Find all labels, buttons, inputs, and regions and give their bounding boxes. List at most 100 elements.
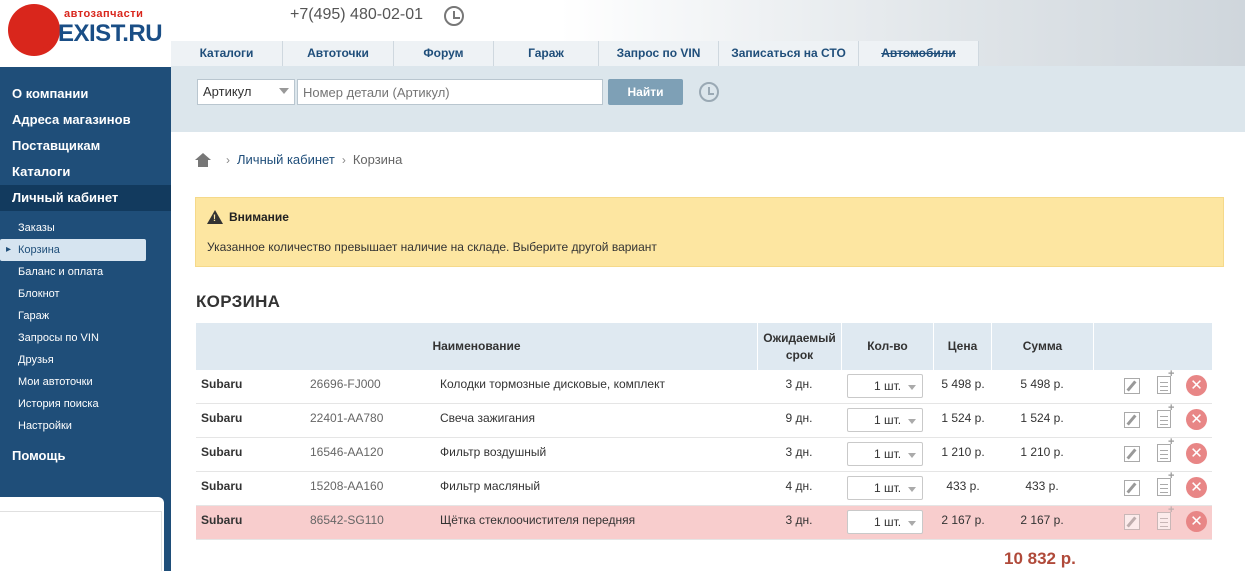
table-row-error: Subaru 86542-SG110 Щётка стеклоочистител… [196, 504, 1212, 540]
row-price: 5 498 р. [941, 377, 985, 391]
edit-icon[interactable] [1124, 514, 1140, 530]
clock-icon[interactable] [444, 6, 464, 26]
logo[interactable]: автозапчасти EXIST.RU [6, 2, 166, 64]
top-navigation: Каталоги Автоточки Форум Гараж Запрос по… [171, 41, 979, 66]
row-article[interactable]: 16546-AA120 [310, 438, 383, 472]
delete-icon[interactable]: ✕ [1186, 443, 1207, 464]
logo-gear-icon [8, 4, 60, 56]
edit-icon[interactable] [1124, 412, 1140, 428]
quantity-select[interactable]: 1 шт. [847, 408, 923, 432]
row-sum: 1 210 р. [1020, 445, 1064, 459]
delete-icon[interactable]: ✕ [1186, 409, 1207, 430]
add-to-notebook-icon[interactable] [1157, 368, 1174, 394]
sidebar-sub-settings[interactable]: Настройки [0, 415, 171, 437]
warning-alert: Внимание Указанное количество превышает … [195, 197, 1224, 267]
sidebar-sub-my-autopoints[interactable]: Мои автоточки [0, 371, 171, 393]
cart-total: 10 832 р. [1004, 549, 1076, 568]
add-to-notebook-icon[interactable] [1157, 504, 1174, 530]
quantity-value: 1 шт. [874, 379, 902, 393]
quantity-select[interactable]: 1 шт. [847, 374, 923, 398]
row-sum: 433 р. [1025, 479, 1059, 493]
chevron-down-icon [908, 521, 916, 526]
search-button[interactable]: Найти [608, 79, 683, 105]
chevron-right-icon: › [341, 152, 346, 167]
delete-icon[interactable]: ✕ [1186, 477, 1207, 498]
quantity-value: 1 шт. [874, 481, 902, 495]
row-article[interactable]: 15208-AA160 [310, 472, 383, 506]
quantity-select[interactable]: 1 шт. [847, 442, 923, 466]
quantity-select[interactable]: 1 шт. [847, 510, 923, 534]
sidebar-item-catalogs[interactable]: Каталоги [0, 159, 171, 185]
row-sum: 1 524 р. [1020, 411, 1064, 425]
sidebar-sub-notebook[interactable]: Блокнот [0, 283, 171, 305]
edit-icon[interactable] [1124, 378, 1140, 394]
row-name: Фильтр воздушный [440, 445, 547, 459]
sidebar-sub-cart[interactable]: Корзина [0, 239, 146, 261]
row-price: 433 р. [946, 479, 980, 493]
sidebar-sub-friends[interactable]: Друзья [0, 349, 171, 371]
phone-number: +7(495) 480-02-01 [290, 6, 423, 23]
history-icon[interactable] [699, 82, 719, 102]
row-brand: Subaru [201, 479, 243, 493]
logo-subtitle: автозапчасти [64, 8, 144, 20]
row-brand: Subaru [201, 411, 243, 425]
sidebar-item-suppliers[interactable]: Поставщикам [0, 133, 171, 159]
sidebar-sub-orders[interactable]: Заказы [0, 217, 171, 239]
row-article[interactable]: 26696-FJ000 [310, 370, 381, 404]
sidebar-sub-vin-requests[interactable]: Запросы по VIN [0, 327, 171, 349]
sidebar-item-about[interactable]: О компании [0, 81, 171, 107]
nav-autopoints[interactable]: Автоточки [283, 41, 394, 66]
home-icon[interactable] [195, 152, 211, 167]
table-row: Subaru 15208-AA160 Фильтр масляный 4 дн.… [196, 470, 1212, 506]
table-row: Subaru 22401-AA780 Свеча зажигания 9 дн.… [196, 402, 1212, 438]
search-bar: Артикул Найти [171, 66, 1245, 132]
sidebar-sub-search-history[interactable]: История поиска [0, 393, 171, 415]
row-name: Колодки тормозные дисковые, комплект [440, 377, 665, 391]
search-input[interactable] [297, 79, 603, 105]
chevron-down-icon [908, 453, 916, 458]
nav-service-booking[interactable]: Записаться на СТО [719, 41, 859, 66]
chevron-down-icon [908, 419, 916, 424]
header: автозапчасти EXIST.RU +7(495) 480-02-01 … [0, 0, 1245, 66]
table-row: Subaru 16546-AA120 Фильтр воздушный 3 дн… [196, 436, 1212, 472]
nav-catalogs[interactable]: Каталоги [171, 41, 283, 66]
header-sum: Сумма [992, 323, 1094, 370]
delete-icon[interactable]: ✕ [1186, 511, 1207, 532]
edit-icon[interactable] [1124, 446, 1140, 462]
row-price: 1 210 р. [941, 445, 985, 459]
row-brand: Subaru [201, 377, 243, 391]
nav-vin-request[interactable]: Запрос по VIN [599, 41, 719, 66]
sidebar-sub-balance[interactable]: Баланс и оплата [0, 261, 171, 283]
sidebar-item-account[interactable]: Личный кабинет [0, 185, 171, 211]
warning-icon [207, 210, 223, 224]
nav-cars[interactable]: Автомобили [859, 41, 979, 66]
row-article[interactable]: 22401-AA780 [310, 404, 383, 438]
chevron-down-icon [908, 487, 916, 492]
search-type-value: Артикул [203, 84, 252, 99]
row-term: 9 дн. [785, 411, 813, 425]
quantity-select[interactable]: 1 шт. [847, 476, 923, 500]
search-type-select[interactable]: Артикул [197, 79, 295, 105]
row-article[interactable]: 86542-SG110 [310, 506, 384, 540]
edit-icon[interactable] [1124, 480, 1140, 496]
table-header: Наименование Ожидаемый срок Кол-во Цена … [196, 323, 1212, 370]
add-to-notebook-icon[interactable] [1157, 402, 1174, 428]
breadcrumb-account[interactable]: Личный кабинет [237, 152, 335, 167]
nav-forum[interactable]: Форум [394, 41, 494, 66]
add-to-notebook-icon[interactable] [1157, 470, 1174, 496]
cart-table: Наименование Ожидаемый срок Кол-во Цена … [196, 323, 1212, 540]
sidebar: О компании Адреса магазинов Поставщикам … [0, 67, 171, 571]
quantity-value: 1 шт. [874, 413, 902, 427]
header-term: Ожидаемый срок [758, 323, 842, 370]
breadcrumb-current: Корзина [352, 152, 403, 167]
header-name: Наименование [196, 323, 758, 370]
sidebar-sub-garage[interactable]: Гараж [0, 305, 171, 327]
sidebar-item-help[interactable]: Помощь [0, 443, 171, 469]
delete-icon[interactable]: ✕ [1186, 375, 1207, 396]
table-row: Subaru 26696-FJ000 Колодки тормозные дис… [196, 368, 1212, 404]
add-to-notebook-icon[interactable] [1157, 436, 1174, 462]
sidebar-item-stores[interactable]: Адреса магазинов [0, 107, 171, 133]
chevron-down-icon [279, 88, 289, 94]
nav-garage[interactable]: Гараж [494, 41, 599, 66]
row-name: Свеча зажигания [440, 411, 535, 425]
